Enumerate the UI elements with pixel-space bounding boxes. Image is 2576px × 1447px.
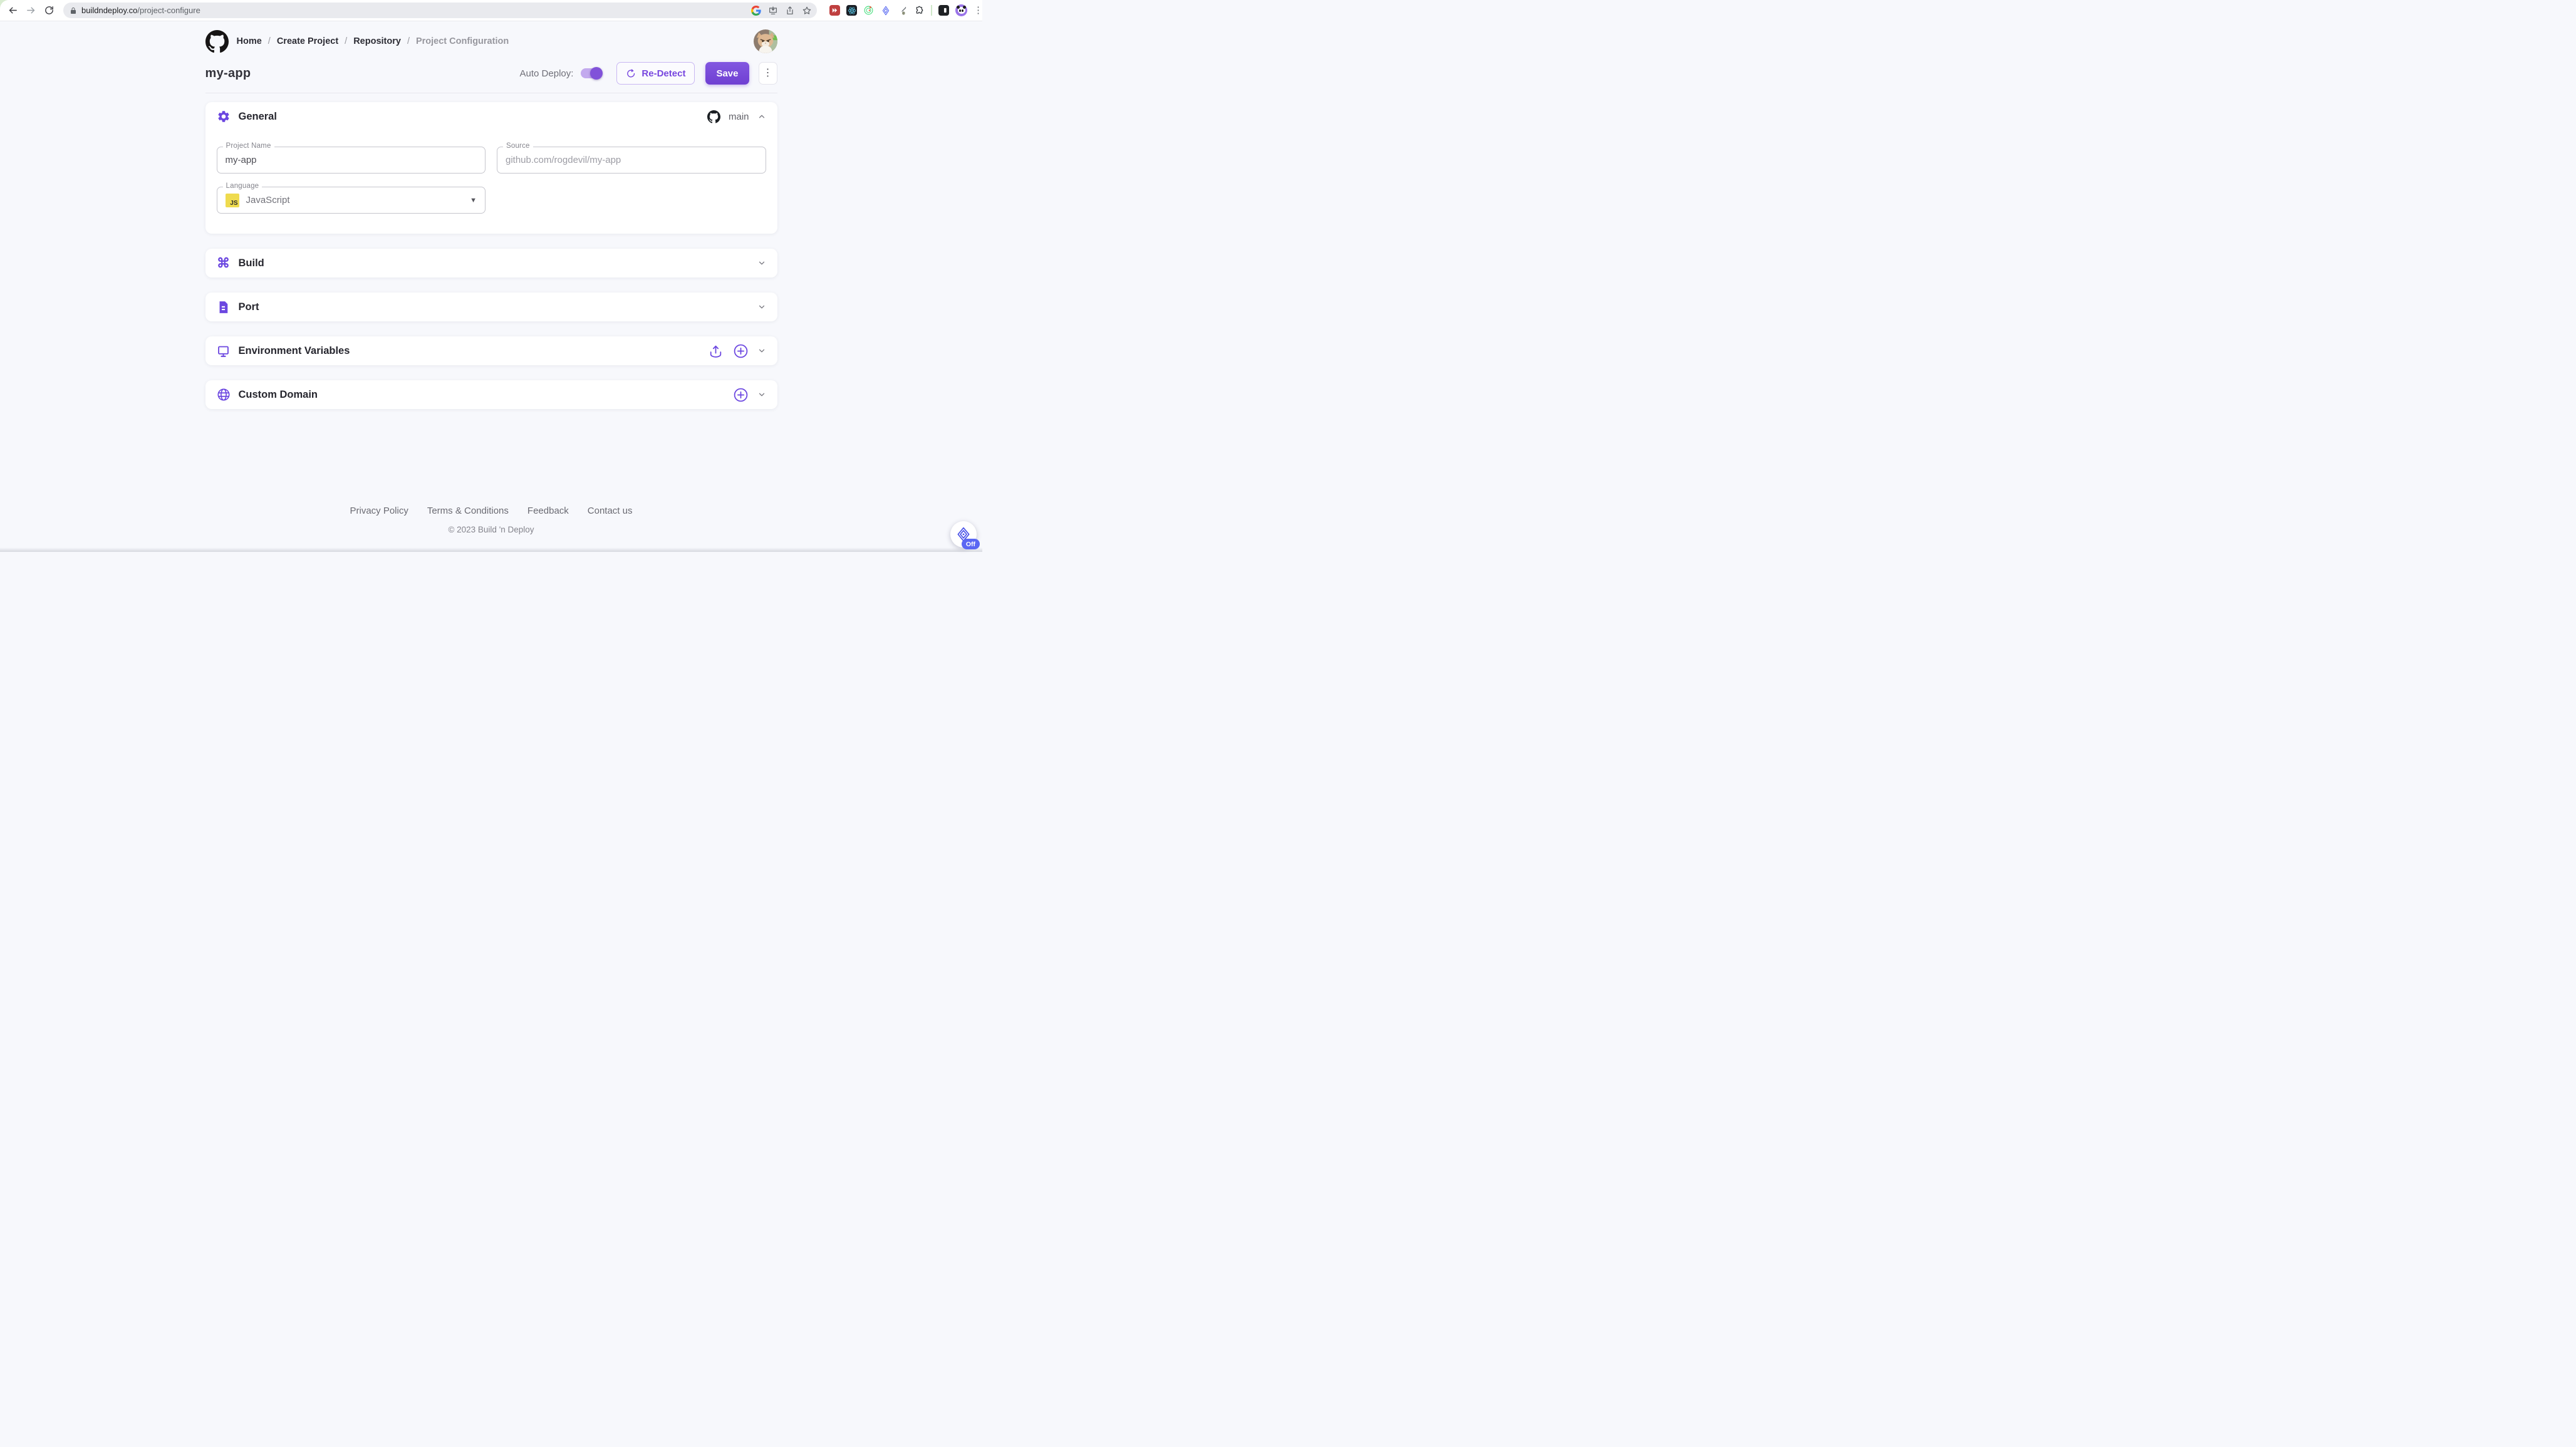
section-port-title: Port <box>239 301 259 313</box>
add-domain-button[interactable] <box>732 386 749 403</box>
section-general-header[interactable]: General main <box>205 102 777 131</box>
monitor-icon <box>217 344 231 358</box>
browser-menu-icon[interactable]: ⋮ <box>974 6 976 15</box>
chevron-down-icon[interactable] <box>757 346 766 355</box>
save-button[interactable]: Save <box>705 62 749 85</box>
floating-extension-widget[interactable]: Off <box>950 521 977 547</box>
branch-name: main <box>729 112 749 122</box>
breadcrumb-repository[interactable]: Repository <box>353 36 401 46</box>
breadcrumb-current: Project Configuration <box>416 36 509 46</box>
breadcrumb-home[interactable]: Home <box>237 36 262 46</box>
source-field[interactable]: Source <box>497 147 766 174</box>
language-value: JavaScript <box>246 195 290 205</box>
chevron-down-icon[interactable] <box>757 390 766 399</box>
auto-deploy-toggle[interactable] <box>581 68 601 79</box>
upload-env-button[interactable] <box>707 343 724 360</box>
document-icon <box>217 300 231 314</box>
globe-icon <box>217 388 231 402</box>
extension-gem-icon[interactable] <box>880 5 891 16</box>
install-icon[interactable] <box>768 6 778 16</box>
section-build-title: Build <box>239 257 264 269</box>
project-name-input[interactable] <box>226 155 477 165</box>
extension-fastforward-icon[interactable] <box>829 5 840 16</box>
plus-circle-icon <box>733 343 749 359</box>
url-text: buildndeploy.co/project-configure <box>81 6 744 15</box>
project-title: my-app <box>205 66 251 81</box>
extensions-puzzle-icon[interactable] <box>914 5 925 16</box>
chevron-down-icon[interactable] <box>757 259 766 267</box>
auto-deploy-label: Auto Deploy: <box>520 68 574 79</box>
footer-link-contact[interactable]: Contact us <box>588 506 633 516</box>
source-label: Source <box>503 142 533 150</box>
browser-toolbar: buildndeploy.co/project-configure <box>0 0 982 21</box>
section-build-header[interactable]: ⌘ Build <box>205 249 777 277</box>
github-branch-icon <box>707 110 720 123</box>
url-bar[interactable]: buildndeploy.co/project-configure <box>63 3 817 18</box>
section-env-title: Environment Variables <box>239 345 350 357</box>
app-logo-github-icon[interactable] <box>205 30 229 53</box>
section-env-header[interactable]: Environment Variables <box>205 336 777 365</box>
footer-link-feedback[interactable]: Feedback <box>527 506 569 516</box>
gear-icon <box>217 110 231 123</box>
card-build: ⌘ Build <box>205 249 777 277</box>
chevron-up-icon[interactable] <box>757 112 766 121</box>
toolbar-separator <box>931 5 932 16</box>
footer-link-privacy[interactable]: Privacy Policy <box>350 506 408 516</box>
upload-icon <box>708 343 724 359</box>
refresh-icon <box>626 68 636 79</box>
card-env: Environment Variables <box>205 336 777 365</box>
user-avatar[interactable] <box>754 29 777 53</box>
section-domain-title: Custom Domain <box>239 389 318 401</box>
section-domain-header[interactable]: Custom Domain <box>205 380 777 409</box>
lock-icon <box>70 6 77 15</box>
source-input[interactable] <box>506 155 757 165</box>
card-general: General main Project Name Source <box>205 102 777 234</box>
plus-circle-icon <box>733 387 749 403</box>
breadcrumb: Home / Create Project / Repository / Pro… <box>237 36 509 46</box>
project-name-field[interactable]: Project Name <box>217 147 486 174</box>
add-env-button[interactable] <box>732 343 749 360</box>
project-name-label: Project Name <box>223 142 274 150</box>
command-icon: ⌘ <box>217 256 231 270</box>
language-select[interactable]: Language JS JavaScript ▼ <box>217 187 486 214</box>
sidepanel-icon[interactable] <box>938 5 949 16</box>
reload-icon[interactable] <box>44 5 55 16</box>
chevron-down-icon[interactable] <box>757 303 766 311</box>
extension-eyedropper-icon[interactable] <box>897 5 908 16</box>
footer: Privacy Policy Terms & Conditions Feedba… <box>0 506 982 534</box>
widget-off-badge[interactable]: Off <box>962 539 980 549</box>
forward-icon[interactable] <box>26 5 36 16</box>
page: Home / Create Project / Repository / Pro… <box>0 21 982 552</box>
bookmark-star-icon[interactable] <box>802 6 812 16</box>
back-icon[interactable] <box>8 5 18 16</box>
bottom-scroll-fade <box>0 547 982 552</box>
redetect-button[interactable]: Re-Detect <box>616 62 695 85</box>
language-label: Language <box>223 182 262 190</box>
footer-link-terms[interactable]: Terms & Conditions <box>427 506 509 516</box>
more-options-button[interactable]: ⋮ <box>759 62 777 85</box>
javascript-icon: JS <box>226 194 239 207</box>
card-domain: Custom Domain <box>205 380 777 409</box>
breadcrumb-create-project[interactable]: Create Project <box>277 36 338 46</box>
extension-react-icon[interactable] <box>846 5 857 16</box>
profile-avatar[interactable] <box>955 4 967 16</box>
extension-orbit-icon[interactable] <box>863 5 874 16</box>
share-icon[interactable] <box>785 6 795 16</box>
copyright: © 2023 Build 'n Deploy <box>0 525 982 534</box>
card-port: Port <box>205 293 777 321</box>
dropdown-caret-icon[interactable]: ▼ <box>470 197 477 204</box>
google-icon[interactable] <box>751 6 761 16</box>
section-general-title: General <box>239 111 277 123</box>
section-port-header[interactable]: Port <box>205 293 777 321</box>
